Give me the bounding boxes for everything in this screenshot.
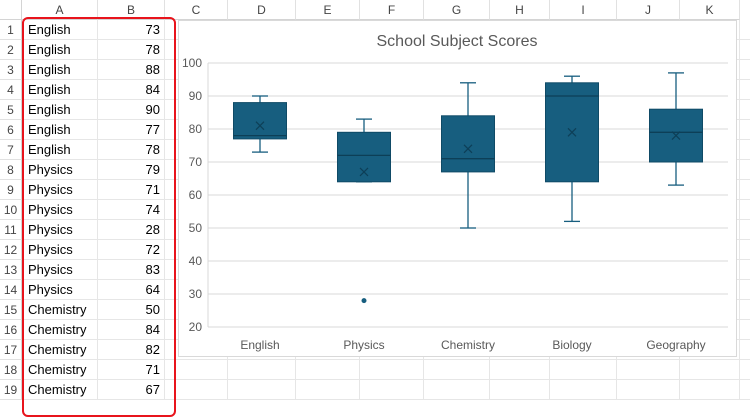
box-physics — [337, 131, 391, 183]
y-tick-label: 50 — [189, 221, 203, 235]
column-header-H[interactable]: H — [490, 0, 550, 20]
row-header-19[interactable]: 19 — [0, 380, 22, 400]
row-header-4[interactable]: 4 — [0, 80, 22, 100]
row-header-9[interactable]: 9 — [0, 180, 22, 200]
chart-title: School Subject Scores — [377, 33, 538, 50]
row-header-2[interactable]: 2 — [0, 40, 22, 60]
y-tick-label: 40 — [189, 254, 203, 268]
x-tick-label: Geography — [646, 338, 705, 352]
box-chart[interactable]: School Subject Scores 20 30 40 50 60 70 80 90 10… — [178, 20, 737, 357]
x-tick-label: Biology — [552, 338, 591, 352]
y-tick-label: 30 — [189, 287, 203, 301]
column-header-J[interactable]: J — [617, 0, 680, 20]
row-header-15[interactable]: 15 — [0, 300, 22, 320]
box-chemistry — [441, 115, 495, 173]
row-header-17[interactable]: 17 — [0, 340, 22, 360]
x-tick-label: English — [240, 338, 279, 352]
gridline-vertical — [739, 20, 740, 400]
y-tick-label: 20 — [189, 320, 203, 334]
row-header-11[interactable]: 11 — [0, 220, 22, 240]
y-tick-label: 60 — [189, 188, 203, 202]
row-header-16[interactable]: 16 — [0, 320, 22, 340]
column-header-C[interactable]: C — [165, 0, 228, 20]
row-header-14[interactable]: 14 — [0, 280, 22, 300]
row-header-8[interactable]: 8 — [0, 160, 22, 180]
row-header-10[interactable]: 10 — [0, 200, 22, 220]
y-tick-label: 100 — [182, 56, 202, 70]
y-tick-label: 90 — [189, 89, 203, 103]
column-header-F[interactable]: F — [360, 0, 424, 20]
row-header-18[interactable]: 18 — [0, 360, 22, 380]
column-header-K[interactable]: K — [680, 0, 740, 20]
column-header-I[interactable]: I — [550, 0, 617, 20]
column-header-D[interactable]: D — [228, 0, 296, 20]
row-header-6[interactable]: 6 — [0, 120, 22, 140]
column-header-G[interactable]: G — [424, 0, 490, 20]
select-all-corner[interactable] — [0, 0, 22, 20]
chart-svg: School Subject Scores 20 30 40 50 60 70 80 90 10… — [182, 33, 728, 352]
box-english — [233, 102, 287, 140]
x-tick-label: Physics — [343, 338, 384, 352]
selection-range — [22, 17, 176, 417]
row-header-5[interactable]: 5 — [0, 100, 22, 120]
row-header-13[interactable]: 13 — [0, 260, 22, 280]
x-tick-label: Chemistry — [441, 338, 495, 352]
row-header-1[interactable]: 1 — [0, 20, 22, 40]
y-tick-label: 70 — [189, 155, 203, 169]
column-header-E[interactable]: E — [296, 0, 360, 20]
outlier-point — [361, 298, 367, 304]
row-header-7[interactable]: 7 — [0, 140, 22, 160]
row-header-3[interactable]: 3 — [0, 60, 22, 80]
y-tick-label: 80 — [189, 122, 203, 136]
row-header-12[interactable]: 12 — [0, 240, 22, 260]
